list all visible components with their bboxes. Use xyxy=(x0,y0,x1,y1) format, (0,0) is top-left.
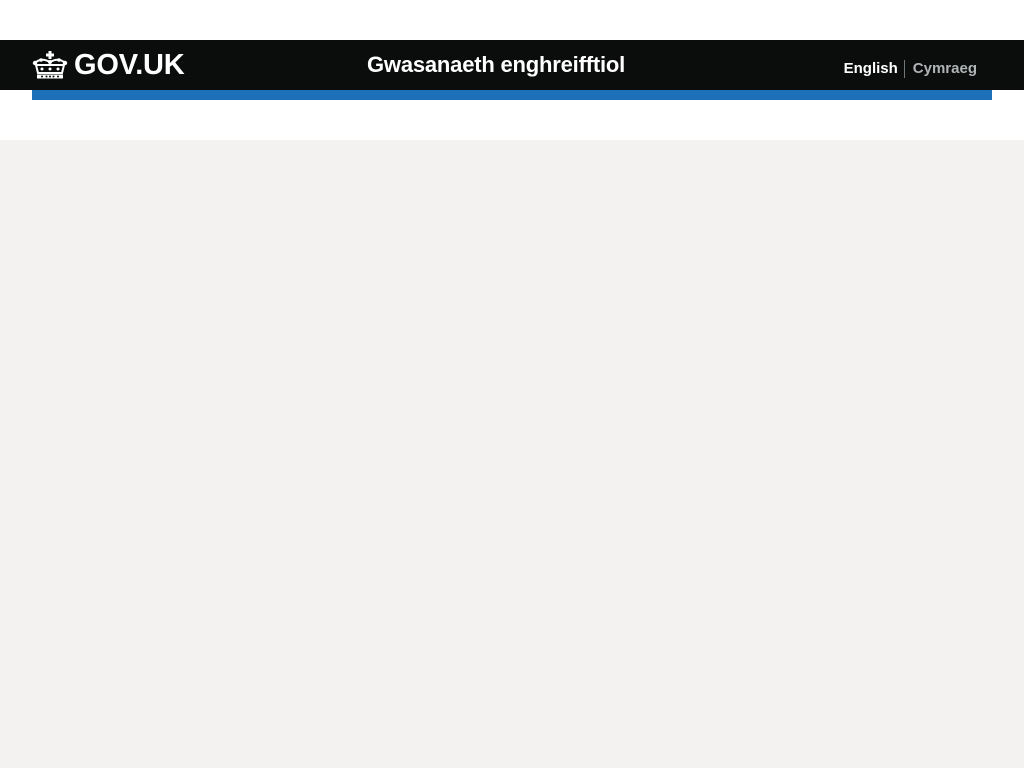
language-toggle: English Cymraeg xyxy=(844,59,977,79)
language-link-cymraeg[interactable]: Cymraeg xyxy=(913,59,977,79)
govuk-logo-link[interactable]: GOV.UK xyxy=(32,48,185,82)
language-current: English xyxy=(843,60,898,77)
language-divider xyxy=(903,60,905,78)
header-brand-bar xyxy=(32,90,992,100)
page: GOV.UK Gwasanaeth enghreifftiol English … xyxy=(0,0,1024,768)
govuk-header: GOV.UK Gwasanaeth enghreifftiol English … xyxy=(0,40,1024,90)
logo-text: GOV.UK xyxy=(74,49,185,81)
service-name-link[interactable]: Gwasanaeth enghreifftiol xyxy=(367,52,625,78)
main-content-area xyxy=(0,140,1024,768)
crown-icon xyxy=(32,51,68,79)
